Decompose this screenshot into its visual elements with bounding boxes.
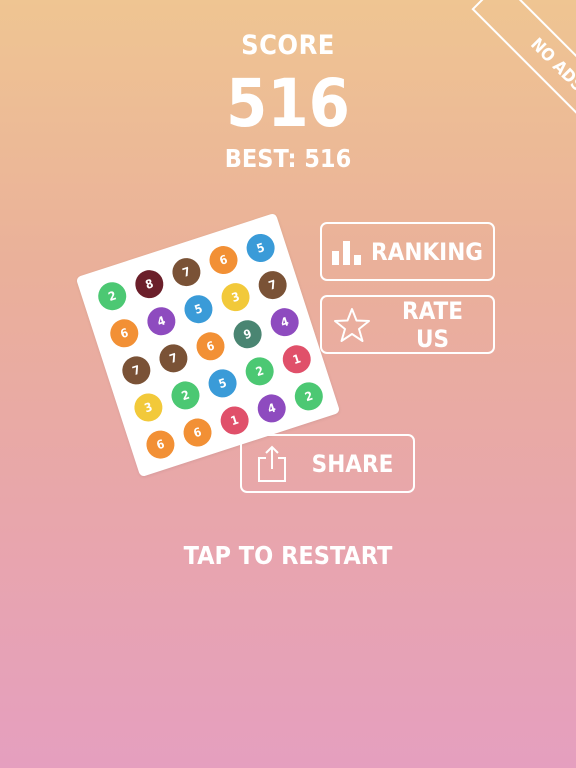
board-tile: 5 [204, 365, 241, 402]
board-tile: 1 [216, 402, 253, 439]
best-score: BEST: 516 [224, 144, 352, 173]
ranking-button[interactable]: RANKING [320, 222, 495, 281]
tap-to-restart[interactable]: TAP TO RESTART [0, 541, 576, 570]
share-label: SHARE [311, 449, 394, 478]
board-tile: 2 [167, 377, 204, 414]
ranking-label: RANKING [371, 237, 483, 266]
board-tile: 2 [94, 278, 130, 314]
board-tile: 4 [254, 390, 290, 427]
board-tile: 1 [279, 341, 315, 377]
board-tile: 6 [205, 242, 242, 278]
board-tile: 7 [118, 352, 154, 389]
board-tile: 7 [168, 254, 205, 290]
board-tile: 7 [255, 267, 291, 303]
board-tile: 6 [192, 328, 229, 364]
share-icon [242, 445, 302, 483]
no-ads-ribbon[interactable]: NO ADS [458, 0, 576, 118]
board-tile: 3 [130, 389, 167, 426]
board-tile: 6 [106, 315, 142, 351]
bar-chart-icon [322, 239, 371, 265]
board-tile: 4 [143, 303, 180, 339]
board-tile: 6 [179, 414, 216, 451]
star-icon [322, 307, 382, 343]
board-tile: 5 [242, 230, 279, 266]
board-tile: 3 [217, 279, 254, 315]
board-tile: 5 [180, 291, 217, 327]
board-tile: 6 [142, 426, 179, 463]
rate-us-button[interactable]: RATE US [320, 295, 495, 354]
board-tile: 9 [229, 316, 266, 352]
board-tile: 2 [242, 353, 278, 389]
no-ads-label: NO ADS [471, 0, 576, 118]
share-button[interactable]: SHARE [240, 434, 415, 493]
board-tile: 2 [291, 378, 327, 415]
board-tile: 8 [131, 266, 167, 302]
rate-us-label: RATE US [402, 296, 463, 353]
board-tile: 7 [155, 340, 192, 376]
board-tile: 4 [267, 304, 303, 340]
